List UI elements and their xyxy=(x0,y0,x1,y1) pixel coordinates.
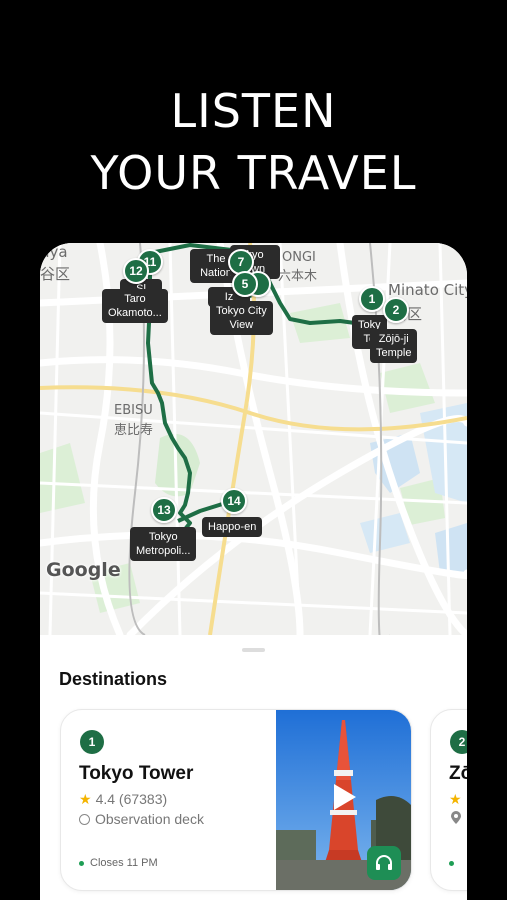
map-label-roppongi-kanji: 六本木 xyxy=(278,269,318,284)
map-pin-5[interactable]: 5 xyxy=(232,271,258,297)
map-tag-zojoji[interactable]: Zōjō-ji Temple xyxy=(370,329,418,363)
destination-status xyxy=(449,857,460,869)
map-label-ebisu: EBISU xyxy=(114,403,153,418)
status-dot-icon xyxy=(449,860,454,866)
destination-rating: ★ 4.4 (67383) xyxy=(79,791,167,808)
map-tag-tokyo-city-view-line2: View xyxy=(229,319,254,331)
map-tag-zojoji-line2: Temple xyxy=(376,347,412,359)
map-tag-tokyo-metropolitan[interactable]: Tokyo Metropoli... xyxy=(130,527,197,561)
map-tag-tokyo-city-view[interactable]: Tokyo City View xyxy=(210,301,273,335)
map-label-shibuya: uya xyxy=(40,243,68,261)
destination-number-badge: 1 xyxy=(80,730,104,754)
map-tag-taro-okamoto[interactable]: Taro Okamoto... xyxy=(102,289,168,323)
destination-number-badge: 2 xyxy=(450,730,467,754)
map-tag-tokyo-metropolitan-line1: Tokyo xyxy=(148,531,178,543)
headphones-icon[interactable] xyxy=(367,846,401,880)
headline-line2: YOUR TRAVEL xyxy=(90,146,417,200)
map-label-roppongi: ONGI xyxy=(282,250,316,265)
map-pin-13[interactable]: 13 xyxy=(151,497,177,523)
destinations-title: Destinations xyxy=(59,669,168,689)
map-pin-12[interactable]: 12 xyxy=(123,258,149,284)
destination-status: Closes 11 PM xyxy=(79,857,158,869)
location-icon xyxy=(451,811,461,827)
destination-name: Tokyo Tower xyxy=(79,763,194,784)
headline-line1: LISTEN xyxy=(170,84,337,138)
map-pin-2[interactable]: 2 xyxy=(383,297,409,323)
map-label-minato-city: Minato City xyxy=(388,281,467,299)
play-icon[interactable] xyxy=(326,780,360,814)
map-label-ebisu-kanji: 恵比寿 xyxy=(114,423,154,438)
destination-photo[interactable] xyxy=(276,710,411,890)
destination-card-tokyo-tower[interactable]: 1 Tokyo Tower ★ 4.4 (67383) Observation d… xyxy=(60,709,412,891)
drag-handle[interactable] xyxy=(242,648,265,652)
status-text: Closes 11 PM xyxy=(90,857,158,869)
destination-category: Observation deck xyxy=(79,811,204,827)
star-icon: ★ xyxy=(79,791,92,807)
map-tag-happo-en[interactable]: Happo-en xyxy=(202,517,263,537)
map-view[interactable]: uya 谷区 ONGI 六本木 Minato City 港区 EBISU 恵比寿… xyxy=(40,243,467,635)
headline: LISTEN YOUR TRAVEL xyxy=(0,80,507,204)
map-tag-taro-okamoto-line2: Okamoto... xyxy=(108,307,162,319)
map-tag-zojoji-line1: Zōjō-ji xyxy=(378,333,409,345)
map-tag-tokyo-metropolitan-line2: Metropoli... xyxy=(136,545,191,557)
destination-name: Zō xyxy=(449,763,467,784)
rating-text: 4.4 (67383) xyxy=(95,791,168,807)
star-icon: ★ xyxy=(449,791,462,807)
map-label-shibuya-kanji: 谷区 xyxy=(40,265,71,283)
destination-card-zojoji[interactable]: 2 Zō ★ xyxy=(430,709,467,891)
map-tag-tokyo-city-view-line1: Tokyo City xyxy=(216,305,267,317)
destination-rating: ★ xyxy=(449,791,466,808)
map-pin-1[interactable]: 1 xyxy=(359,286,385,312)
category-icon xyxy=(79,814,90,825)
phone-screen: uya 谷区 ONGI 六本木 Minato City 港区 EBISU 恵比寿… xyxy=(40,243,467,900)
google-logo: Google xyxy=(46,559,121,581)
map-tag-taro-okamoto-line1: Taro xyxy=(124,293,146,305)
map-pin-14[interactable]: 14 xyxy=(221,488,247,514)
status-dot-icon xyxy=(79,860,84,866)
category-text: Observation deck xyxy=(95,811,204,827)
